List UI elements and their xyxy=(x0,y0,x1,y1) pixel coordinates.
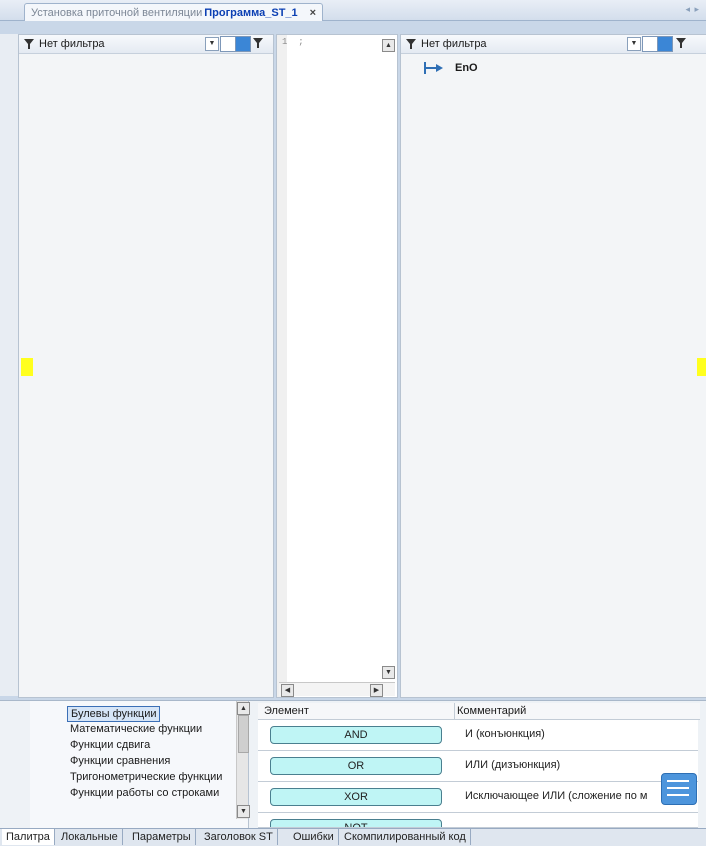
category-item[interactable]: Функции работы со строками xyxy=(70,786,219,800)
editor-gutter xyxy=(277,35,287,697)
element-not-button[interactable]: NOT xyxy=(270,819,442,827)
horizontal-scrollbar[interactable]: ◀ ▶ xyxy=(279,682,395,697)
tab-st-header[interactable]: Заголовок ST xyxy=(200,829,278,845)
output-arrow-icon xyxy=(424,62,443,74)
filter-funnel-icon[interactable] xyxy=(23,38,35,50)
element-and-button[interactable]: AND xyxy=(270,726,442,744)
scroll-thumb[interactable] xyxy=(238,715,249,753)
tab-program-st1[interactable]: Установка приточной вентиляции Программа… xyxy=(24,3,324,21)
left-variables-pane: Нет фильтра ▼ xyxy=(18,34,274,698)
tab-scroll-arrows-icon[interactable]: ◂ ▸ xyxy=(685,4,700,15)
filter-dropdown-chevron-down-icon[interactable]: ▼ xyxy=(205,37,219,51)
toolbar-blank-button[interactable] xyxy=(642,36,658,52)
palette-panel: Булевы функции Математические функции Фу… xyxy=(0,700,706,846)
table-row: XOR Исключающее ИЛИ (сложение по м xyxy=(258,782,698,813)
filter-funnel-icon[interactable] xyxy=(405,38,417,50)
toolbar-blank-button[interactable] xyxy=(220,36,236,52)
filter-toggle-icon[interactable] xyxy=(675,37,687,49)
tab-title: Программа_ST_1 xyxy=(204,6,298,19)
element-xor-button[interactable]: XOR xyxy=(270,788,442,806)
scroll-up-icon[interactable]: ▲ xyxy=(237,702,250,715)
output-item-eno[interactable]: EnO xyxy=(423,61,478,75)
category-scrollbar[interactable]: ▲ ▼ xyxy=(236,701,250,819)
column-header-element[interactable]: Элемент xyxy=(258,703,455,720)
table-row: OR ИЛИ (дизъюнкция) xyxy=(258,751,698,782)
tab-compiled-code[interactable]: Скомпилированный код xyxy=(340,829,471,845)
tab-parameters[interactable]: Параметры xyxy=(128,829,196,845)
category-list: Булевы функции Математические функции Фу… xyxy=(30,701,250,829)
scroll-down-icon[interactable]: ▼ xyxy=(382,666,395,679)
element-or-button[interactable]: OR xyxy=(270,757,442,775)
right-filter-bar: Нет фильтра ▼ xyxy=(401,35,706,54)
category-item[interactable]: Функции сравнения xyxy=(70,754,170,768)
scroll-right-icon[interactable]: ▶ xyxy=(370,684,383,697)
left-collapse-strip xyxy=(0,34,19,696)
row-comment: И (конъюнкция) xyxy=(465,728,545,740)
table-row: AND И (конъюнкция) xyxy=(258,720,698,751)
left-filter-label: Нет фильтра xyxy=(39,38,105,50)
editor-line: 1 ; xyxy=(282,37,304,47)
filter-toggle-icon[interactable] xyxy=(252,37,264,49)
row-comment: ИЛИ (дизъюнкция) xyxy=(465,759,561,771)
sort-button-icon[interactable] xyxy=(235,36,251,52)
sort-button-icon[interactable] xyxy=(657,36,673,52)
table-row: NOT xyxy=(258,813,698,828)
document-tab-strip: Установка приточной вентиляции Программа… xyxy=(0,0,706,21)
list-view-icon[interactable] xyxy=(661,773,697,805)
scroll-up-icon[interactable]: ▲ xyxy=(382,39,395,52)
column-header-comment[interactable]: Комментарий xyxy=(455,703,700,720)
scroll-left-icon[interactable]: ◀ xyxy=(281,684,294,697)
right-outputs-pane: Нет фильтра ▼ EnO xyxy=(400,34,706,698)
tab-palette[interactable]: Палитра xyxy=(2,829,55,845)
left-splitter-arrow-icon[interactable] xyxy=(21,358,33,376)
tab-errors[interactable]: Ошибки xyxy=(289,829,339,845)
tab-prefix: Установка приточной вентиляции xyxy=(31,6,203,19)
close-tab-icon[interactable]: × xyxy=(310,7,316,19)
left-filter-bar: Нет фильтра ▼ xyxy=(19,35,273,54)
category-item[interactable]: Математические функции xyxy=(70,722,202,736)
category-item[interactable]: Функции сдвига xyxy=(70,738,150,752)
tab-locals[interactable]: Локальные xyxy=(57,829,123,845)
scroll-down-icon[interactable]: ▼ xyxy=(237,805,250,818)
row-comment: Исключающее ИЛИ (сложение по м xyxy=(465,790,648,802)
category-item[interactable]: Тригонометрические функции xyxy=(70,770,222,784)
st-code-editor[interactable]: 1 ; ▲ ▼ ◀ ▶ xyxy=(276,34,398,698)
output-label: EnO xyxy=(455,62,478,74)
filter-dropdown-chevron-down-icon[interactable]: ▼ xyxy=(627,37,641,51)
category-item[interactable]: Булевы функции xyxy=(67,706,161,722)
right-filter-label: Нет фильтра xyxy=(421,38,487,50)
bottom-tab-bar: Палитра Локальные Параметры Заголовок ST… xyxy=(0,828,706,846)
right-splitter-arrow-icon[interactable] xyxy=(697,358,706,376)
